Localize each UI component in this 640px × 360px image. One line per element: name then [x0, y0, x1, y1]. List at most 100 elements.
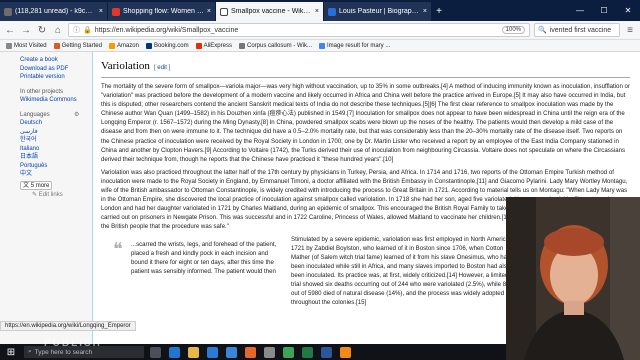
- url-text[interactable]: https://en.wikipedia.org/wiki/Smallpox_v…: [95, 27, 239, 34]
- back-button[interactable]: ←: [4, 25, 16, 36]
- section-heading: Variolation [ edit ]: [101, 60, 630, 78]
- chrome-icon[interactable]: [283, 346, 294, 358]
- bookmark-favicon-icon: [145, 42, 152, 49]
- bookmark-favicon-icon: [319, 42, 325, 49]
- edit-links-link[interactable]: ✎ Edit links: [32, 191, 92, 200]
- tab-2[interactable]: Shopping flow: Women Fashion×: [108, 2, 216, 21]
- language-link[interactable]: 한국어: [20, 136, 92, 145]
- bookmark-7[interactable]: Image result for mary ...: [319, 42, 391, 49]
- watermark: PUBLISH: [44, 338, 102, 349]
- language-link[interactable]: 中文: [20, 170, 92, 179]
- bookmark-label: Amazon: [116, 42, 139, 49]
- edge-icon[interactable]: [169, 346, 180, 358]
- bookmark-5[interactable]: AliExpress: [195, 42, 232, 49]
- section-title: Variolation: [101, 60, 150, 72]
- tab-favicon-icon: [328, 7, 336, 16]
- tab-favicon-icon: [112, 7, 120, 16]
- excel-icon[interactable]: [302, 346, 313, 358]
- zoom-level[interactable]: 100%: [501, 26, 525, 34]
- language-link[interactable]: Deutsch: [20, 119, 92, 128]
- bookmark-1[interactable]: Most Visited: [6, 42, 47, 49]
- edit-links-label: Edit links: [38, 191, 63, 198]
- settings-icon[interactable]: [264, 346, 275, 358]
- webcam-overlay: [506, 197, 640, 360]
- bookmark-favicon-icon: [108, 42, 115, 49]
- sidebar-heading-languages: Languages ⚙: [20, 111, 92, 120]
- wiki-sidebar: Create a book Download as PDF Printable ve…: [0, 52, 92, 344]
- bookmark-4[interactable]: Booking.com: [145, 42, 189, 49]
- bookmark-3[interactable]: Amazon: [108, 42, 139, 49]
- info-icon: ⓘ: [73, 27, 80, 34]
- bookmark-favicon-icon: [53, 42, 60, 49]
- search-icon: ⌕: [28, 348, 32, 355]
- presenter-video: [506, 197, 640, 360]
- tab-label: Shopping flow: Women Fashion: [123, 8, 204, 15]
- tab-close-icon[interactable]: ×: [423, 8, 427, 15]
- bookmark-label: Corpus callosum - Wik...: [246, 42, 312, 49]
- tab-favicon-icon: [220, 7, 228, 16]
- task-view-icon[interactable]: [150, 346, 161, 358]
- bookmark-favicon-icon: [6, 42, 12, 49]
- language-link[interactable]: Italiano: [20, 145, 92, 154]
- language-link[interactable]: 日本語: [20, 153, 92, 162]
- sidebar-link-commons[interactable]: Wikimedia Commons: [20, 96, 92, 105]
- bookmark-label: AliExpress: [203, 42, 232, 49]
- tab-favicon-icon: [4, 7, 12, 16]
- menu-icon[interactable]: ≡: [624, 25, 636, 36]
- firefox-icon[interactable]: [245, 346, 256, 358]
- sidebar-link[interactable]: Download as PDF: [20, 65, 92, 74]
- status-link-preview: https://en.wikipedia.org/wiki/Longqing_E…: [0, 321, 136, 331]
- forward-button[interactable]: →: [20, 25, 32, 36]
- vlc-icon[interactable]: [340, 346, 351, 358]
- pencil-icon: ✎: [32, 191, 38, 198]
- store-icon[interactable]: [207, 346, 218, 358]
- close-window-button[interactable]: ✕: [616, 6, 640, 15]
- paragraph-3: Stimulated by a severe epidemic, variola…: [291, 235, 516, 306]
- mail-icon[interactable]: [226, 346, 237, 358]
- tab-close-icon[interactable]: ×: [99, 8, 103, 15]
- tab-close-icon[interactable]: ×: [315, 8, 319, 15]
- bookmark-6[interactable]: Corpus callosum - Wik...: [238, 42, 312, 49]
- block-quote: ...scarred the wrists, legs, and forehea…: [131, 240, 277, 275]
- new-tab-button[interactable]: +: [432, 2, 446, 21]
- sidebar-link[interactable]: Printable version: [20, 73, 92, 82]
- section-edit-link[interactable]: edit: [157, 65, 167, 71]
- bookmark-label: Image result for mary ...: [327, 42, 391, 49]
- home-button[interactable]: ⌂: [52, 25, 64, 36]
- more-languages-label: 5 more: [30, 182, 50, 189]
- file-explorer-icon[interactable]: [188, 346, 199, 358]
- quote-icon: ❝: [113, 238, 123, 259]
- sidebar-heading-other-projects: In other projects: [20, 88, 64, 95]
- search-input-value[interactable]: ivented first vaccine: [550, 27, 611, 34]
- more-languages-button[interactable]: 文 5 more: [20, 180, 52, 190]
- translate-icon: 文: [23, 182, 30, 189]
- search-icon: 🔍: [538, 27, 547, 34]
- tab-4[interactable]: Louis Pasteur | Biography, Inv×: [324, 2, 432, 21]
- bookmark-label: Getting Started: [61, 42, 102, 49]
- bookmark-2[interactable]: Getting Started: [53, 42, 102, 49]
- window-controls: — ☐ ✕: [568, 0, 640, 21]
- tab-bar: (118,281 unread) - k9canine@×Shopping fl…: [0, 0, 640, 21]
- navigation-bar: ← → ↻ ⌂ ⓘ 🔒 https://en.wikipedia.org/wik…: [0, 21, 640, 40]
- start-button[interactable]: ⊞: [4, 347, 18, 358]
- word-icon[interactable]: [321, 346, 332, 358]
- bookmark-label: Booking.com: [153, 42, 189, 49]
- bookmark-label: Most Visited: [14, 42, 47, 49]
- language-link[interactable]: Português: [20, 162, 92, 171]
- lock-icon: 🔒: [83, 27, 92, 34]
- sidebar-link[interactable]: Create a book: [20, 56, 92, 65]
- reload-button[interactable]: ↻: [36, 25, 48, 36]
- sidebar-languages: Deutsch فارسی 한국어 Italiano 日本語 Português 中文: [20, 119, 92, 179]
- tab-label: Smallpox vaccine - Wikipedia: [231, 8, 312, 15]
- minimize-button[interactable]: —: [568, 6, 592, 15]
- tab-close-icon[interactable]: ×: [207, 8, 211, 15]
- language-link[interactable]: فارسی: [20, 128, 92, 137]
- tab-1[interactable]: (118,281 unread) - k9canine@×: [0, 2, 108, 21]
- search-box[interactable]: 🔍 ivented first vaccine: [534, 23, 620, 37]
- url-bar[interactable]: ⓘ 🔒 https://en.wikipedia.org/wiki/Smallp…: [68, 23, 530, 37]
- maximize-button[interactable]: ☐: [592, 6, 616, 15]
- languages-label: Languages: [20, 111, 50, 118]
- bookmarks-bar: Most Visited Getting Started Amazon Booking…: [0, 40, 640, 52]
- tab-3[interactable]: Smallpox vaccine - Wikipedia×: [216, 2, 324, 21]
- gear-icon[interactable]: ⚙: [74, 111, 79, 120]
